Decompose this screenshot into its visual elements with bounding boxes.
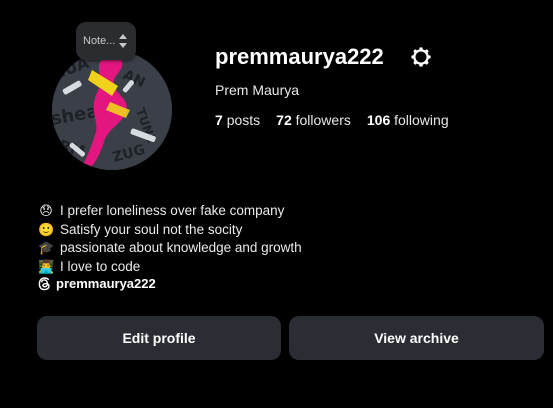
profile-bio: 😞 I prefer loneliness over fake company … xyxy=(38,202,302,276)
threads-icon xyxy=(38,276,50,290)
profile-stats: 7 posts 72 followers 106 following xyxy=(215,112,465,128)
stat-label: followers xyxy=(295,112,351,128)
stat-label: following xyxy=(394,112,449,128)
graduation-cap-icon: 🎓 xyxy=(38,240,55,255)
bio-text: Satisfy your soul not the socity xyxy=(60,221,243,237)
posts-stat[interactable]: 7 posts xyxy=(215,112,260,128)
technologist-icon: 👨‍💻 xyxy=(38,258,55,274)
bio-line: 🙂 Satisfy your soul not the socity xyxy=(38,221,302,240)
disappointed-face-icon: 😞 xyxy=(39,203,53,218)
settings-gear-icon[interactable] xyxy=(410,46,432,68)
view-archive-button[interactable]: View archive xyxy=(289,316,544,360)
stat-count: 7 xyxy=(215,112,223,128)
threads-link[interactable]: premmaurya222 xyxy=(38,276,156,291)
edit-profile-button[interactable]: Edit profile xyxy=(37,316,281,360)
bio-line: 🎓 passionate about knowledge and growth xyxy=(38,239,302,258)
threads-handle: premmaurya222 xyxy=(56,276,156,291)
profile-avatar[interactable]: NUA AN TUNE shea RM ZUG xyxy=(52,50,172,170)
stepper-icon[interactable] xyxy=(118,31,128,51)
smiling-face-icon: 🙂 xyxy=(38,221,55,237)
bio-text: passionate about knowledge and growth xyxy=(60,240,302,255)
followers-stat[interactable]: 72 followers xyxy=(276,112,351,128)
stat-label: posts xyxy=(226,112,261,128)
username: premmaurya222 xyxy=(215,44,384,69)
following-stat[interactable]: 106 following xyxy=(367,112,449,128)
stat-count: 72 xyxy=(276,112,292,128)
avatar-image: NUA AN TUNE shea RM ZUG xyxy=(52,50,172,170)
full-name: Prem Maurya xyxy=(215,82,300,98)
bio-text: I love to code xyxy=(60,258,141,274)
note-bubble[interactable]: Note... xyxy=(76,22,136,60)
bio-line: 👨‍💻 I love to code xyxy=(38,258,302,277)
bio-text: I prefer loneliness over fake company xyxy=(60,203,285,218)
stat-count: 106 xyxy=(366,112,391,128)
bio-line: 😞 I prefer loneliness over fake company xyxy=(38,202,302,221)
note-label: Note... xyxy=(83,35,116,47)
